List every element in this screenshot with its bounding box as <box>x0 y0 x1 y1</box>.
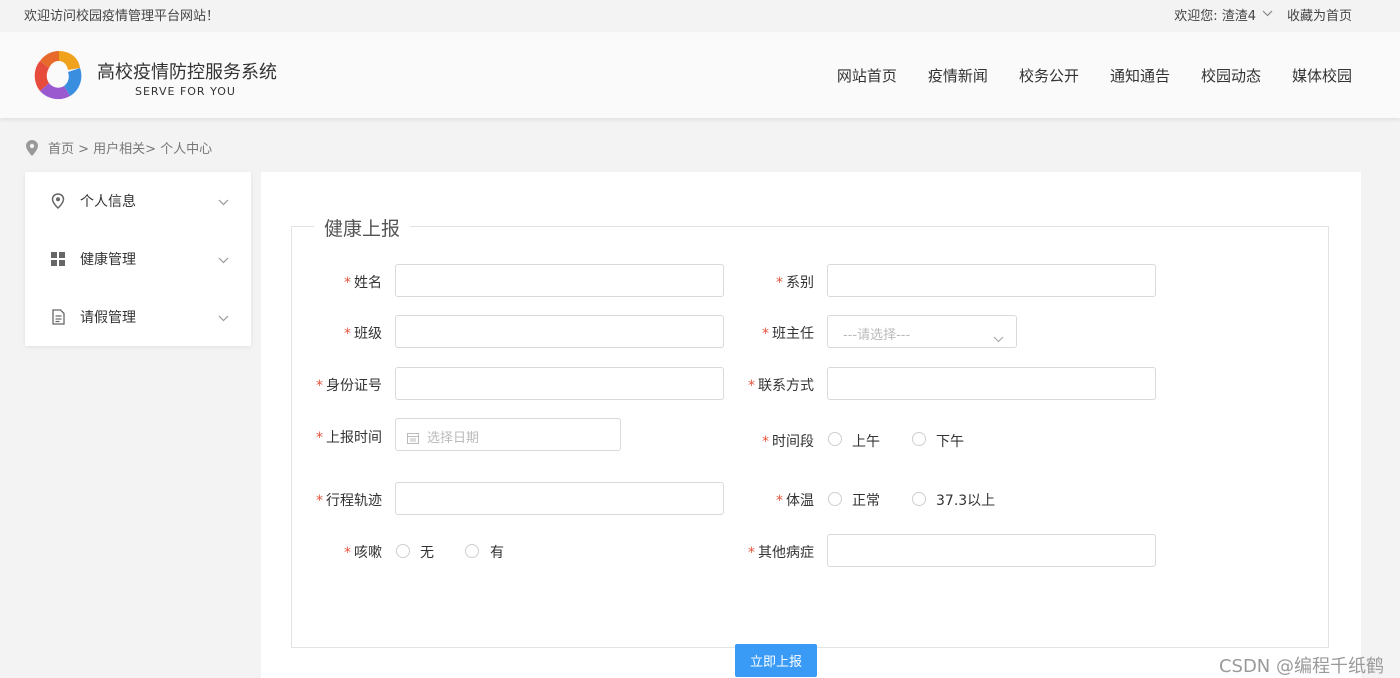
sidebar-item-label: 请假管理 <box>80 310 136 326</box>
main-panel: 健康上报 * 姓名 * 系别 * 班级 * 班主任 ---请选择--- * 身份证号 * 联… <box>261 172 1361 678</box>
location-pin-icon <box>26 139 38 156</box>
class-input[interactable] <box>395 315 724 348</box>
user-greeting[interactable]: 欢迎您: 渣渣4 <box>1174 5 1256 24</box>
chevron-down-icon[interactable] <box>1262 9 1273 20</box>
chevron-down-icon <box>218 252 229 268</box>
teacher-select[interactable]: ---请选择--- <box>827 315 1017 348</box>
date-picker[interactable]: 选择日期 <box>395 418 621 451</box>
sidebar-item-health[interactable]: 健康管理 <box>25 230 251 288</box>
period-afternoon-label: 下午 <box>936 434 964 450</box>
department-label: * 系别 <box>776 275 814 291</box>
top-bar: 欢迎访问校园疫情管理平台网站！ 欢迎您: 渣渣4 收藏为首页 <box>0 0 1400 28</box>
teacher-label: * 班主任 <box>762 326 814 342</box>
report-time-label: * 上报时间 <box>316 430 382 446</box>
form-legend: 健康上报 <box>314 214 411 241</box>
period-afternoon-radio[interactable] <box>912 432 926 446</box>
chevron-down-icon <box>218 310 229 326</box>
temp-normal-radio[interactable] <box>828 492 842 506</box>
temp-normal-label: 正常 <box>852 493 880 509</box>
grid-icon <box>50 251 66 267</box>
id-number-label: * 身份证号 <box>316 378 382 394</box>
cough-yes-label: 有 <box>490 545 504 561</box>
nav-campus-news[interactable]: 校园动态 <box>1201 65 1261 86</box>
chevron-down-icon <box>993 328 1004 347</box>
watermark: CSDN @编程千纸鹤 <box>1218 656 1384 677</box>
chevron-down-icon <box>218 194 229 210</box>
id-number-input[interactable] <box>395 367 724 400</box>
class-label: * 班级 <box>344 326 382 342</box>
favorite-link[interactable]: 收藏为首页 <box>1287 5 1352 24</box>
period-morning-radio[interactable] <box>828 432 842 446</box>
temperature-label: * 体温 <box>776 493 814 509</box>
breadcrumb-text[interactable]: 首页 > 用户相关> 个人中心 <box>48 138 212 157</box>
period-morning-label: 上午 <box>852 434 880 450</box>
sidebar-item-personal-info[interactable]: 个人信息 <box>25 172 251 230</box>
cough-no-radio[interactable] <box>396 544 410 558</box>
welcome-text: 欢迎访问校园疫情管理平台网站！ <box>24 9 220 24</box>
nav-school-affairs[interactable]: 校务公开 <box>1019 65 1079 86</box>
site-subtitle: SERVE FOR YOU <box>135 85 236 98</box>
document-icon <box>50 309 66 325</box>
department-input[interactable] <box>827 264 1156 297</box>
nav-epidemic-news[interactable]: 疫情新闻 <box>928 65 988 86</box>
nav-media[interactable]: 媒体校园 <box>1292 65 1352 86</box>
name-input[interactable] <box>395 264 724 297</box>
top-bar-right: 欢迎您: 渣渣4 收藏为首页 <box>1174 5 1352 24</box>
contact-label: * 联系方式 <box>748 378 814 394</box>
other-symptoms-input[interactable] <box>827 534 1156 567</box>
teacher-select-placeholder: ---请选择--- <box>843 328 911 343</box>
other-symptoms-label: * 其他病症 <box>748 545 814 561</box>
nav-home[interactable]: 网站首页 <box>837 65 897 86</box>
health-report-form: 健康上报 * 姓名 * 系别 * 班级 * 班主任 ---请选择--- * 身份证号 * 联… <box>291 214 1329 677</box>
date-placeholder: 选择日期 <box>427 431 480 446</box>
breadcrumb: 首页 > 用户相关> 个人中心 <box>26 138 212 157</box>
logo-icon[interactable] <box>30 48 88 102</box>
sidebar-item-label: 健康管理 <box>80 252 136 268</box>
trip-input[interactable] <box>395 482 724 515</box>
cough-label: * 咳嗽 <box>344 545 382 561</box>
time-period-label: * 时间段 <box>762 434 814 450</box>
sidebar-item-label: 个人信息 <box>80 194 136 210</box>
temp-high-radio[interactable] <box>912 492 926 506</box>
trip-label: * 行程轨迹 <box>316 493 382 509</box>
sidebar: 个人信息 健康管理 请假管理 <box>25 172 251 346</box>
main-nav: 网站首页 疫情新闻 校务公开 通知通告 校园动态 媒体校园 <box>806 65 1352 86</box>
name-label: * 姓名 <box>344 275 382 291</box>
sidebar-item-leave[interactable]: 请假管理 <box>25 288 251 346</box>
site-header: 高校疫情防控服务系统 SERVE FOR YOU 网站首页 疫情新闻 校务公开 … <box>0 32 1400 118</box>
cough-yes-radio[interactable] <box>465 544 479 558</box>
nav-notices[interactable]: 通知通告 <box>1110 65 1170 86</box>
calendar-icon <box>407 429 419 448</box>
contact-input[interactable] <box>827 367 1156 400</box>
cough-no-label: 无 <box>420 545 434 561</box>
temp-high-label: 37.3以上 <box>936 493 996 509</box>
submit-report-button[interactable]: 立即上报 <box>735 644 817 677</box>
site-title: 高校疫情防控服务系统 <box>97 62 277 83</box>
location-icon <box>50 193 66 209</box>
